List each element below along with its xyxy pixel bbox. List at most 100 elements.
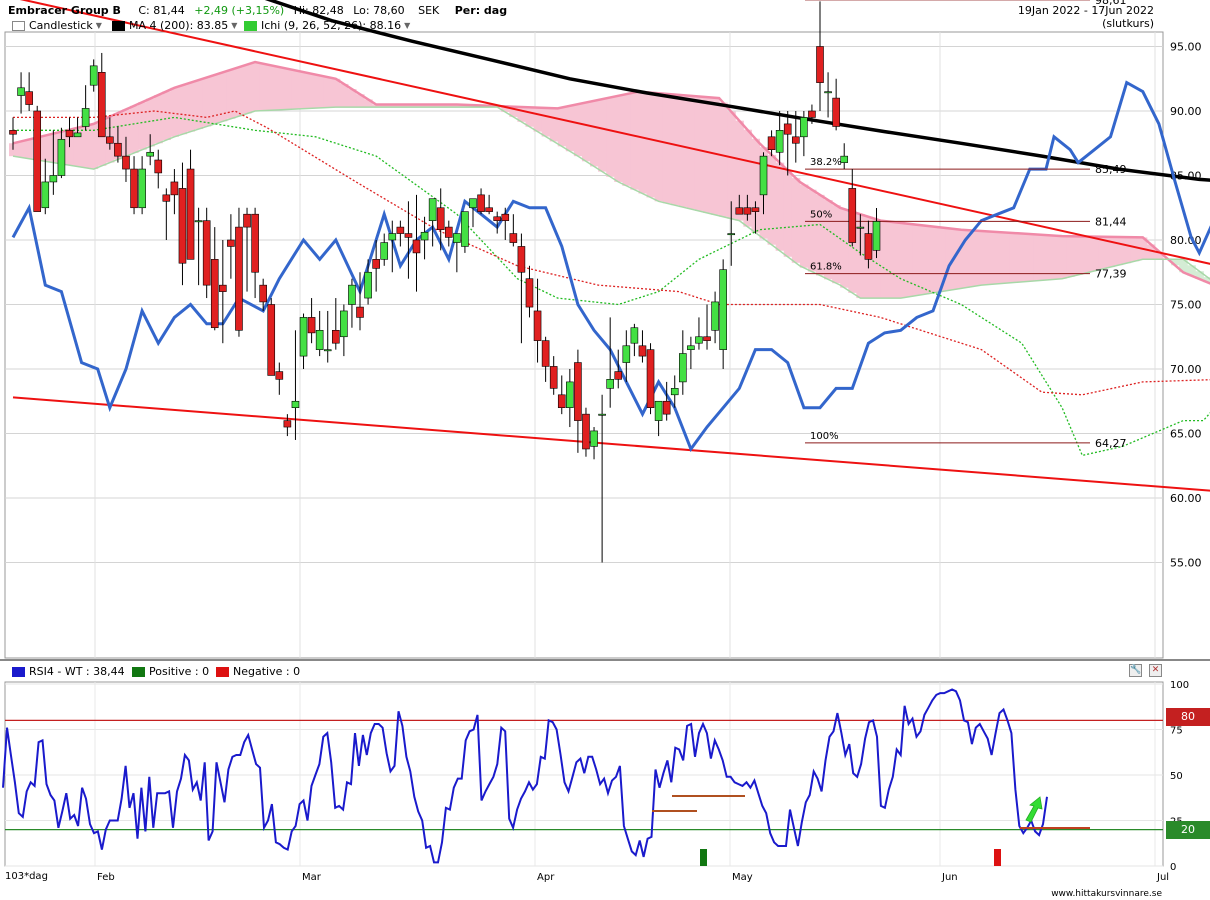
candle-body xyxy=(630,327,639,344)
candle-body xyxy=(606,379,614,389)
cloud-slice xyxy=(1082,236,1091,273)
candle-body xyxy=(485,207,493,212)
legend-ma[interactable]: MA 4 (200): 83.85 ▼ xyxy=(112,19,237,32)
cloud-slice xyxy=(557,107,567,147)
cloud-slice xyxy=(630,92,639,190)
legend-negative-label: Negative : 0 xyxy=(233,665,301,678)
wrench-icon[interactable]: 🔧 xyxy=(1129,664,1142,677)
candle-body xyxy=(291,400,300,408)
candle-body xyxy=(235,226,243,331)
candle-body xyxy=(840,155,849,163)
candle-body xyxy=(73,132,82,138)
chevron-down-icon[interactable]: ▼ xyxy=(96,21,102,30)
candle-body xyxy=(808,110,816,118)
candle-body xyxy=(783,123,792,135)
candle-body xyxy=(517,246,526,273)
cloud-slice xyxy=(638,91,648,194)
cloud-slice xyxy=(614,95,623,182)
legend-positive[interactable]: Positive : 0 xyxy=(132,665,209,678)
cloud-slice xyxy=(1050,235,1059,280)
candle xyxy=(235,207,243,337)
legend-ma-label: MA 4 (200): 83.85 xyxy=(129,19,229,32)
chevron-down-icon[interactable]: ▼ xyxy=(404,21,410,30)
cloud-slice xyxy=(186,82,196,132)
cloud-slice xyxy=(767,154,777,245)
cloud-slice xyxy=(920,225,930,295)
candle-body xyxy=(614,371,623,380)
candle-body xyxy=(33,110,42,212)
cloud-slice xyxy=(888,222,898,299)
candle-body xyxy=(816,46,824,83)
candle-body xyxy=(638,345,647,357)
cloud-slice xyxy=(670,94,680,206)
cloud-slice xyxy=(210,74,220,124)
rsi-tick-label: 0 xyxy=(1170,862,1176,873)
candle-body xyxy=(654,400,663,421)
legend-candlestick[interactable]: Candlestick ▼ xyxy=(12,19,102,32)
cloud-slice xyxy=(138,102,147,150)
legend-ichi[interactable]: Ichi (9, 26, 52, 26): 88.16 ▼ xyxy=(244,19,410,32)
candle-body xyxy=(824,91,832,94)
candle-body xyxy=(307,317,316,334)
cloud-slice xyxy=(194,80,204,130)
candle-body xyxy=(17,87,25,96)
candle-body xyxy=(219,284,227,292)
candle-body xyxy=(791,136,800,144)
chevron-down-icon[interactable]: ▼ xyxy=(231,21,237,30)
positive-signal-bar xyxy=(700,849,707,866)
cloud-slice xyxy=(275,67,284,110)
candle-body xyxy=(356,306,364,318)
candle-body xyxy=(130,168,138,209)
fib-value-label: 64,27 xyxy=(1095,437,1127,450)
rsi-panel xyxy=(4,681,1164,867)
cloud-slice xyxy=(622,94,631,186)
candle-body xyxy=(57,139,66,176)
candle-body xyxy=(525,278,534,308)
price-tick-label: 75.00 xyxy=(1170,299,1202,312)
close-icon[interactable]: ✕ xyxy=(1149,664,1162,677)
cloud-slice xyxy=(25,139,34,159)
legend-negative[interactable]: Negative : 0 xyxy=(216,665,300,678)
candle-body xyxy=(759,155,768,196)
cloud-slice xyxy=(283,68,292,110)
fib-label: 61.8% xyxy=(810,262,842,273)
candle-body xyxy=(89,65,98,86)
cloud-slice xyxy=(654,93,664,202)
candlestick-swatch-icon xyxy=(12,20,25,31)
candle-body xyxy=(138,168,146,209)
rsi-tick-label: 75 xyxy=(1170,726,1183,737)
legend-positive-label: Positive : 0 xyxy=(149,665,210,678)
candle-body xyxy=(711,301,719,331)
candle-body xyxy=(146,151,154,157)
cloud-slice xyxy=(291,70,301,110)
cloud-slice xyxy=(162,91,171,141)
candle-body xyxy=(703,336,711,341)
cloud-slice xyxy=(525,107,535,127)
price-tick-label: 90.00 xyxy=(1170,105,1202,118)
high-value: Hi: 82,48 xyxy=(293,4,344,17)
candle-body xyxy=(210,259,219,329)
candle-body xyxy=(509,233,518,243)
candle-body xyxy=(598,413,606,416)
chart-canvas: 100.095.0090.0085.0080.0075.0070.0065.00… xyxy=(0,0,1210,883)
cloud-slice xyxy=(1025,234,1035,282)
cloud-slice xyxy=(1130,237,1140,262)
candle-body xyxy=(267,304,276,376)
cloud-slice xyxy=(678,95,688,208)
candle-body xyxy=(364,271,372,299)
cloud-slice xyxy=(969,230,978,287)
ma-swatch-icon xyxy=(112,20,125,31)
cloud-slice xyxy=(775,162,785,251)
candle-body xyxy=(299,317,308,357)
legend-rsi[interactable]: RSI4 - WT : 38,44 xyxy=(12,665,125,678)
candle-body xyxy=(283,420,292,428)
ichi-swatch-icon xyxy=(244,20,257,31)
cloud-slice xyxy=(711,97,720,215)
candle-body xyxy=(469,198,477,209)
currency: SEK xyxy=(418,4,440,17)
cloud-slice xyxy=(840,209,849,288)
candle-body xyxy=(162,194,171,202)
cloud-slice xyxy=(1066,236,1075,277)
candle-body xyxy=(340,310,348,338)
negative-swatch-icon xyxy=(216,666,229,677)
